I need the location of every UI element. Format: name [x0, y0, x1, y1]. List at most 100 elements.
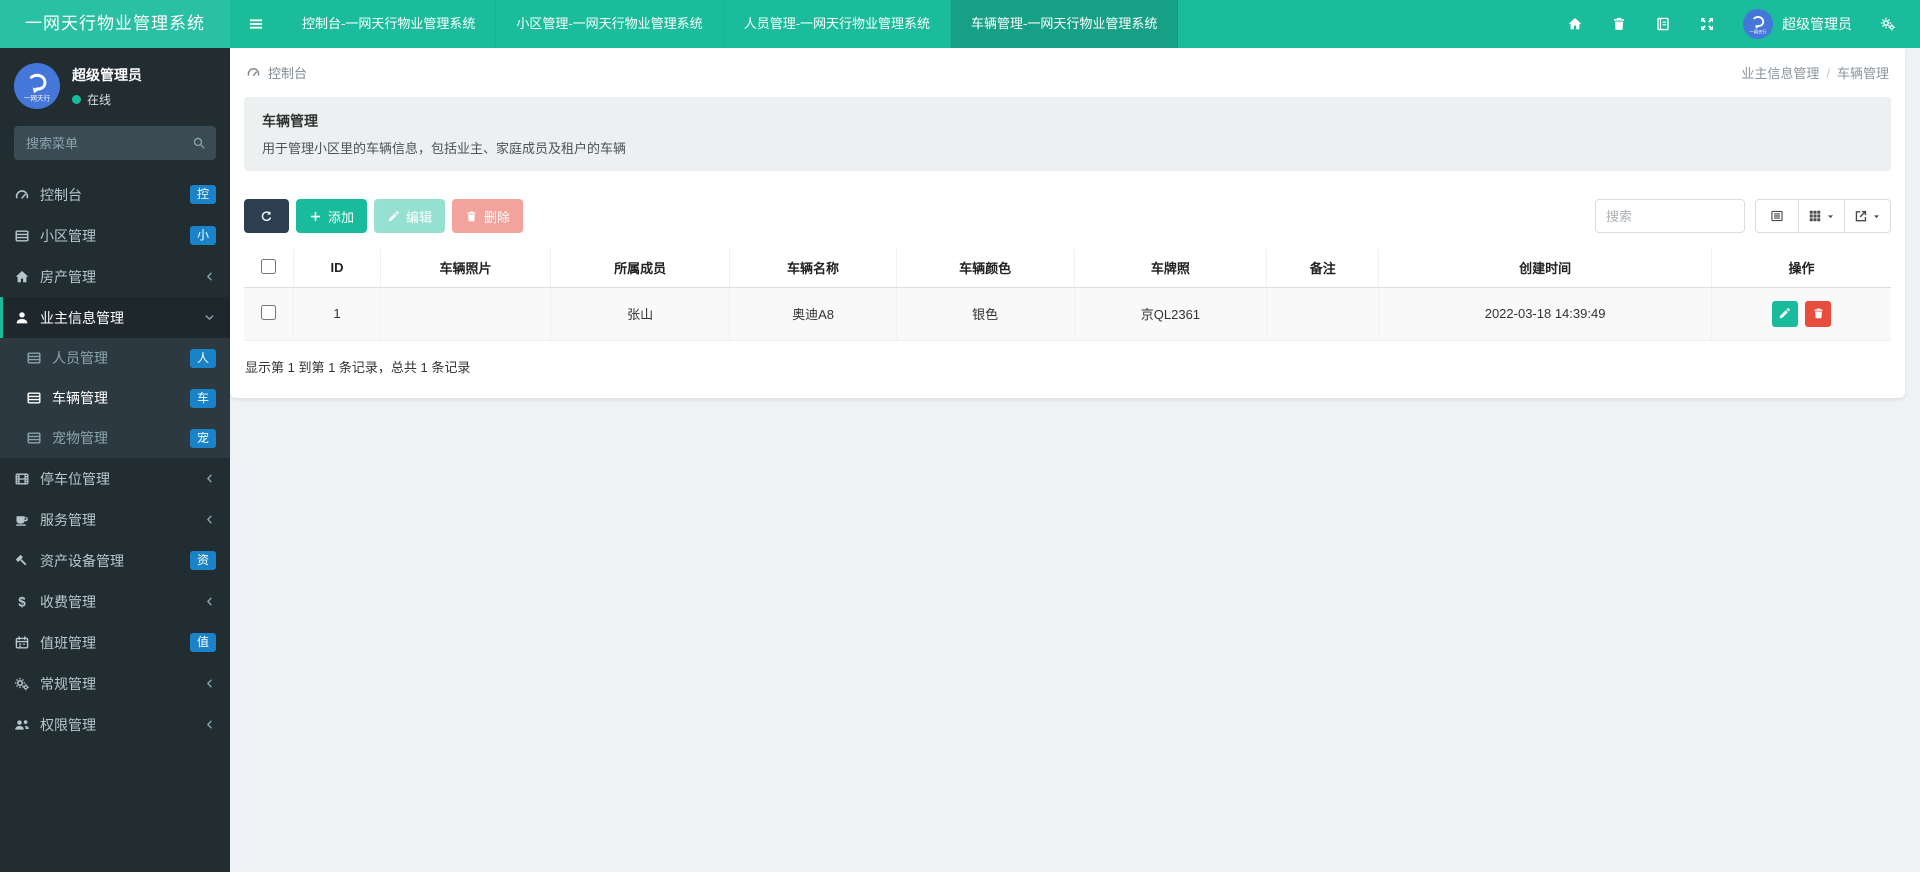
menu-badge: 资: [189, 551, 216, 570]
home-icon: [14, 269, 30, 285]
sidebar-item-community[interactable]: 小区管理 小: [0, 215, 230, 256]
table-icon: [26, 430, 42, 446]
list-detail-icon: [1770, 209, 1784, 223]
chevron-left-icon: [203, 595, 216, 608]
sidebar-item-dashboard[interactable]: 控制台 控: [0, 174, 230, 215]
table-search-input[interactable]: [1595, 199, 1745, 233]
avatar: [14, 63, 60, 109]
sidebar-item-label: 权限管理: [40, 716, 96, 733]
sidebar-item-permission[interactable]: 权限管理: [0, 704, 230, 745]
coffee-cup-icon: [14, 512, 30, 528]
row-edit-button[interactable]: [1771, 300, 1798, 327]
column-header-photo[interactable]: 车辆照片: [380, 249, 551, 288]
sidebar-item-label: 服务管理: [40, 511, 96, 528]
sidebar-item-owner-info[interactable]: 业主信息管理: [0, 297, 230, 338]
sidebar-item-label: 房产管理: [40, 268, 96, 285]
sidebar-item-label: 常规管理: [40, 675, 96, 692]
refresh-button[interactable]: [244, 199, 289, 233]
row-delete-button[interactable]: [1805, 300, 1832, 327]
row-checkbox[interactable]: [260, 304, 276, 320]
delete-button[interactable]: 删除: [452, 199, 524, 233]
cell-plate: 京QL2361: [1073, 287, 1267, 341]
cell-color: 银色: [895, 287, 1075, 341]
menu-badge: 小: [189, 226, 216, 245]
toggle-detail-view-button[interactable]: [1755, 199, 1799, 233]
column-header-created[interactable]: 创建时间: [1378, 249, 1712, 288]
open-page-tabs: 控制台-一网天行物业管理系统 小区管理-一网天行物业管理系统 人员管理-一网天行…: [282, 0, 1179, 48]
breadcrumb-separator: /: [1826, 66, 1830, 81]
cell-created: 2022-03-18 14:39:49: [1378, 287, 1712, 341]
sidebar-item-pet-manage[interactable]: 宠物管理 宠: [0, 418, 230, 458]
tab-dashboard[interactable]: 控制台-一网天行物业管理系统: [282, 0, 497, 48]
page-description: 用于管理小区里的车辆信息，包括业主、家庭成员及租户的车辆: [262, 141, 627, 156]
menu-search-input[interactable]: [14, 126, 216, 160]
column-header-name[interactable]: 车辆名称: [729, 249, 897, 288]
sidebar: 超级管理员 在线 控制台 控 小区管理 小 房产管理: [0, 48, 230, 872]
view-options-group: [1755, 199, 1891, 233]
table-icon: [14, 228, 30, 244]
table-row[interactable]: 1 张山 奥迪A8 银色 京QL2361 2022-03-18 14:39:49: [244, 287, 1891, 341]
menu-search: [14, 126, 216, 160]
sidebar-item-person-manage[interactable]: 人员管理 人: [0, 338, 230, 378]
sidebar-item-asset[interactable]: 资产设备管理 资: [0, 540, 230, 581]
column-header-color[interactable]: 车辆颜色: [895, 249, 1075, 288]
breadcrumb-parent[interactable]: 业主信息管理: [1741, 66, 1819, 81]
cell-id: 1: [292, 287, 381, 341]
tab-vehicle[interactable]: 车辆管理-一网天行物业管理系统: [951, 0, 1179, 48]
add-button[interactable]: 添加: [296, 199, 368, 233]
edit-button-label: 编辑: [406, 209, 433, 225]
export-dropdown-button[interactable]: [1844, 199, 1891, 233]
trash-icon[interactable]: [1611, 16, 1627, 32]
column-header-id[interactable]: ID: [292, 249, 381, 288]
sidebar-item-parking[interactable]: 停车位管理: [0, 458, 230, 499]
breadcrumb-dashboard[interactable]: 控制台: [268, 63, 307, 82]
sidebar-toggle-button[interactable]: [230, 0, 282, 48]
chevron-down-icon: [203, 311, 216, 324]
main-content: 控制台 业主信息管理 / 车辆管理 车辆管理 用于管理小区里的车辆信息，包括业主、家…: [230, 48, 1920, 872]
select-all-checkbox[interactable]: [260, 258, 276, 274]
gauge-icon: [246, 65, 261, 80]
chevron-left-icon: [203, 677, 216, 690]
columns-dropdown-button[interactable]: [1798, 199, 1845, 233]
settings-gears-icon[interactable]: [1880, 16, 1896, 32]
calendar-icon: [14, 635, 30, 651]
navbar-actions: 超级管理员: [1567, 0, 1920, 48]
plus-icon: [309, 210, 322, 223]
sidebar-item-fee[interactable]: 收费管理: [0, 581, 230, 622]
tab-person[interactable]: 人员管理-一网天行物业管理系统: [724, 0, 952, 48]
sidebar-user-panel: 超级管理员 在线: [0, 48, 230, 122]
grid-columns-icon: [1808, 209, 1822, 223]
sidebar-item-service[interactable]: 服务管理: [0, 499, 230, 540]
menu-badge: 人: [189, 348, 216, 368]
column-header-member[interactable]: 所属成员: [549, 249, 730, 288]
tab-community[interactable]: 小区管理-一网天行物业管理系统: [496, 0, 724, 48]
column-header-remark[interactable]: 备注: [1266, 249, 1379, 288]
chevron-left-icon: [203, 472, 216, 485]
sidebar-item-label: 宠物管理: [52, 430, 108, 446]
sidebar-item-general[interactable]: 常规管理: [0, 663, 230, 704]
cell-member: 张山: [549, 287, 730, 341]
edit-button[interactable]: 编辑: [374, 199, 446, 233]
sidebar-item-label: 小区管理: [40, 227, 96, 244]
home-icon[interactable]: [1567, 16, 1583, 32]
content-card: 控制台 业主信息管理 / 车辆管理 车辆管理 用于管理小区里的车辆信息，包括业主、家…: [230, 48, 1905, 398]
users-icon: [14, 717, 30, 733]
column-header-plate[interactable]: 车牌照: [1073, 249, 1267, 288]
fullscreen-icon[interactable]: [1699, 16, 1715, 32]
sidebar-item-property[interactable]: 房产管理: [0, 256, 230, 297]
chevron-left-icon: [203, 718, 216, 731]
menu-badge: 值: [189, 633, 216, 652]
pencil-icon: [387, 210, 400, 223]
sidebar-item-label: 控制台: [40, 186, 82, 203]
export-icon: [1854, 209, 1868, 223]
page-title: 车辆管理: [262, 113, 318, 129]
sidebar-item-duty[interactable]: 值班管理 值: [0, 622, 230, 663]
clear-cache-icon[interactable]: [1655, 16, 1671, 32]
user-menu[interactable]: 超级管理员: [1743, 9, 1852, 39]
breadcrumb: 控制台 业主信息管理 / 车辆管理: [230, 48, 1905, 95]
menu-badge: 车: [189, 388, 216, 408]
add-button-label: 添加: [328, 209, 355, 225]
record-summary: 显示第 1 到第 1 条记录，总共 1 条记录: [245, 359, 471, 375]
sidebar-item-vehicle-manage[interactable]: 车辆管理 车: [0, 378, 230, 418]
app-title: 一网天行物业管理系统: [0, 0, 230, 48]
